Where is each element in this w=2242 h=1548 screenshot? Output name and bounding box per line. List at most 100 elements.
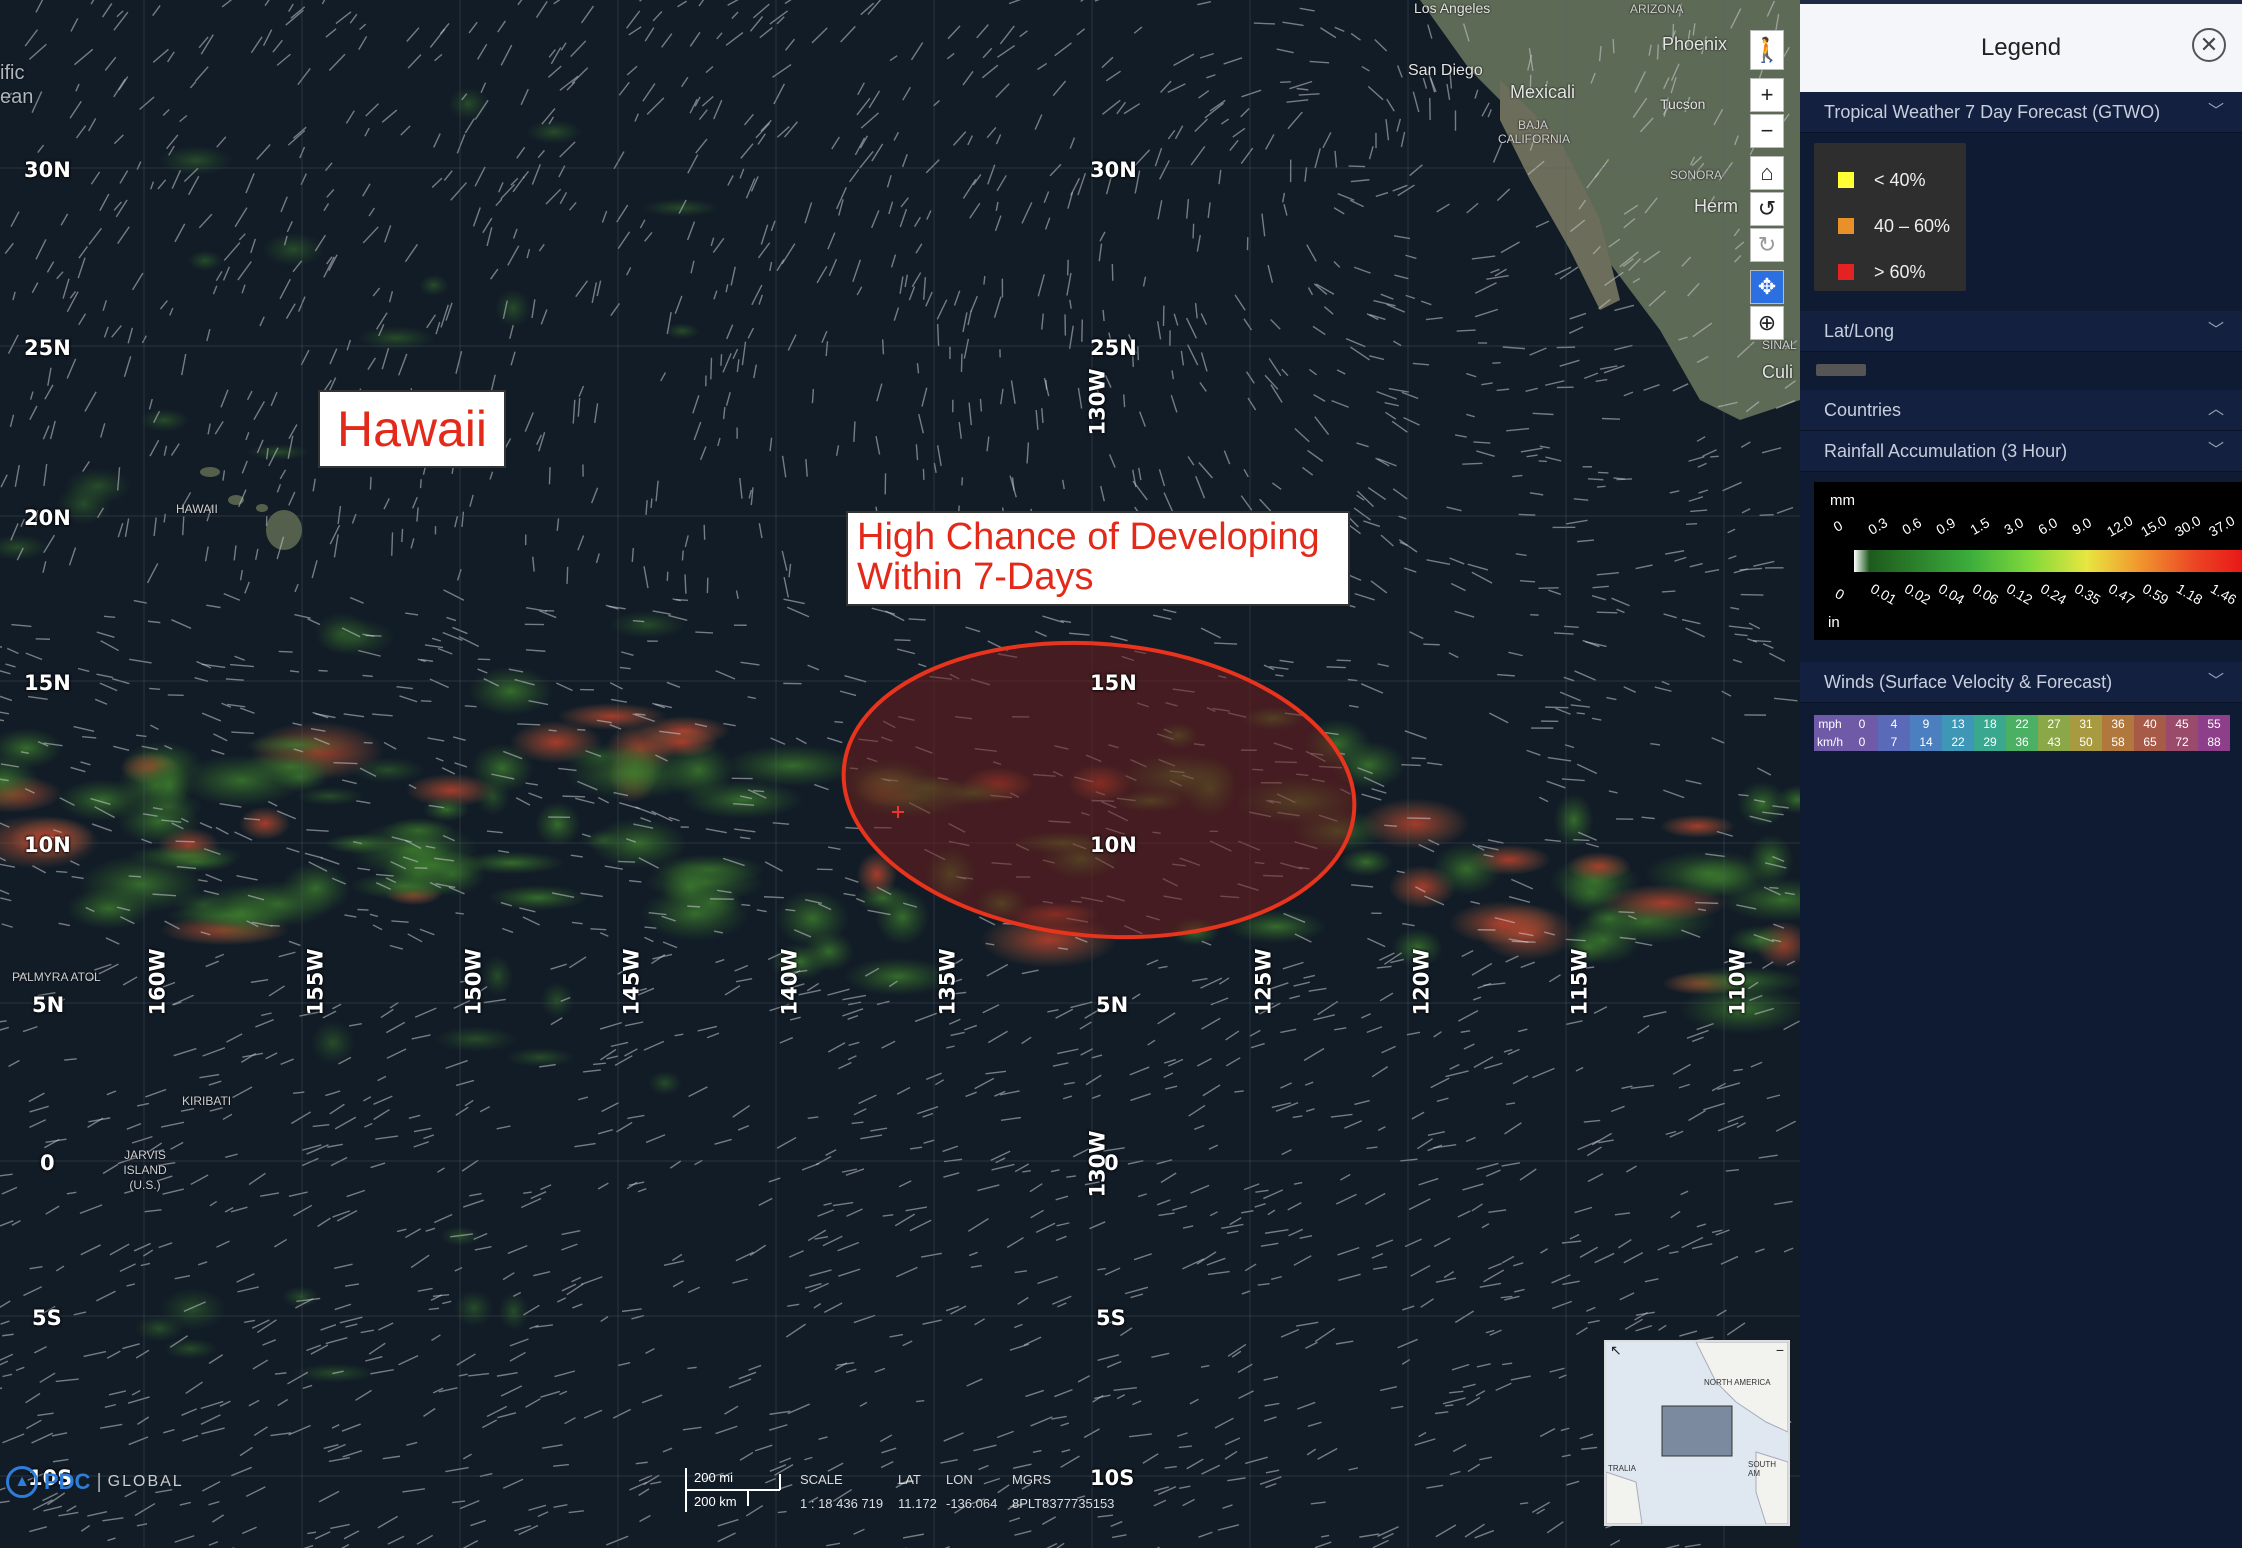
lat-label: 15N xyxy=(1090,671,1137,695)
wind-speed-cell: 0 xyxy=(1846,715,1878,733)
color-swatch xyxy=(1838,172,1854,188)
wind-speed-cell: 72 xyxy=(2166,733,2198,751)
developing-callout: High Chance of Developing Within 7-Days xyxy=(846,511,1350,606)
wind-unit-label: km/h xyxy=(1814,733,1846,751)
color-swatch xyxy=(1838,218,1854,234)
lon-readout-label: LON xyxy=(946,1472,973,1487)
overview-minimap[interactable]: NORTH AMERICA SOUTH AM TRALIA ↖ − xyxy=(1604,1340,1790,1526)
wind-speed-cell: 4 xyxy=(1878,715,1910,733)
chevron-down-icon: ﹀ xyxy=(2207,103,2224,120)
rotate-cw-icon[interactable]: ↻ xyxy=(1750,228,1784,262)
person-icon[interactable]: 🚶 xyxy=(1750,30,1784,70)
legend-section-gtwo[interactable]: Tropical Weather 7 Day Forecast (GTWO) ﹀ xyxy=(1800,92,2242,133)
minimap-south-america: SOUTH AM xyxy=(1748,1460,1776,1478)
place-label-baja: BAJA CALIFORNIA xyxy=(1498,118,1571,146)
wind-speed-cell: 22 xyxy=(1942,733,1974,751)
chevron-up-icon: ︿ xyxy=(2207,401,2224,418)
lat-label: 20N xyxy=(24,506,71,530)
zoom-box-icon[interactable]: ⊕ xyxy=(1750,306,1784,340)
gtwo-legend: < 40% 40 – 60% > 60% xyxy=(1814,143,1966,291)
minimap-collapse-icon[interactable]: − xyxy=(1776,1342,1784,1358)
lon-readout-value: -136.064 xyxy=(946,1496,998,1511)
gtwo-item-label: > 60% xyxy=(1874,261,1926,282)
rain-color-ramp xyxy=(1854,550,2242,572)
place-label-hermosillo: Herm xyxy=(1694,196,1738,216)
map-canvas[interactable]: 30N 25N 20N 15N 10N 5N 0 5S 10S 30N 25N … xyxy=(0,0,1800,1548)
lat-label: 10N xyxy=(1090,833,1137,857)
legend-panel: Legend ✕ Tropical Weather 7 Day Forecast… xyxy=(1800,0,2242,1548)
mgrs-readout-value: 8PLT8377735153 xyxy=(1012,1496,1115,1511)
pdc-triangle-icon: ▲ xyxy=(6,1466,38,1498)
pdc-logo[interactable]: ▲ PDC | GLOBAL xyxy=(6,1466,184,1498)
lat-label: 10S xyxy=(1090,1466,1135,1490)
map-toolbar: 🚶 + − ⌂ ↺ ↻ ✥ ⊕ xyxy=(1750,30,1786,342)
section-title: Countries xyxy=(1824,400,1902,420)
lon-label: 130W xyxy=(1085,1130,1110,1198)
wind-speed-cell: 31 xyxy=(2070,715,2102,733)
lat-label: 15N xyxy=(24,671,71,695)
legend-section-winds[interactable]: Winds (Surface Velocity & Forecast) ﹀ xyxy=(1800,662,2242,703)
place-label-sonora: SONORA xyxy=(1670,168,1723,182)
minimap-australia: TRALIA xyxy=(1608,1464,1637,1473)
pan-icon[interactable]: ✥ xyxy=(1750,270,1784,304)
lat-readout-label: LAT xyxy=(898,1472,921,1487)
wind-speed-cell: 50 xyxy=(2070,733,2102,751)
wind-kmh-row: km/h 0 7 14 22 29 36 43 50 58 65 72 88 xyxy=(1814,733,2230,751)
place-label-mexicali: Mexicali xyxy=(1510,82,1576,102)
lat-label: 25N xyxy=(24,336,71,360)
wind-speed-cell: 7 xyxy=(1878,733,1910,751)
gtwo-item: > 60% xyxy=(1814,249,1966,295)
wind-speed-table: mph 0 4 9 13 18 22 27 31 36 40 45 55 km/h 0 7 14 22 29 36 4… xyxy=(1814,715,2230,751)
place-label-hawaii: HAWAII xyxy=(176,502,218,516)
wind-speed-cell: 45 xyxy=(2166,715,2198,733)
lon-label: 125W xyxy=(1251,948,1276,1016)
wind-speed-cell: 36 xyxy=(2006,733,2038,751)
place-label-arizona: ARIZONA xyxy=(1630,2,1684,16)
developing-callout-line1: High Chance of Developing xyxy=(857,516,1320,558)
rainfall-legend: mm in 0 0.3 0.6 0.9 1.5 3.0 6.0 9.0 12.0 15.0 30.0… xyxy=(1814,482,2242,640)
place-label-los-angeles: Los Angeles xyxy=(1414,0,1491,16)
wind-speed-cell: 36 xyxy=(2102,715,2134,733)
lat-label: 30N xyxy=(1090,158,1137,182)
wind-speed-cell: 55 xyxy=(2198,715,2230,733)
wind-speed-cell: 22 xyxy=(2006,715,2038,733)
place-label-san-diego: San Diego xyxy=(1408,62,1483,79)
minimap-graphic xyxy=(1606,1342,1788,1524)
map-base-layer xyxy=(0,0,1800,1548)
wind-speed-cell: 13 xyxy=(1942,715,1974,733)
lat-label: 10N xyxy=(24,833,71,857)
ocean-label: ean xyxy=(0,86,34,108)
legend-section-latlong[interactable]: Lat/Long ﹀ xyxy=(1800,311,2242,352)
rotate-ccw-icon[interactable]: ↺ xyxy=(1750,192,1784,226)
place-label-jarvis: JARVIS ISLAND (U.S.) xyxy=(123,1148,167,1192)
wind-speed-cell: 58 xyxy=(2102,733,2134,751)
legend-section-countries[interactable]: Countries ︿ xyxy=(1800,390,2242,431)
lat-label: 5N xyxy=(32,993,65,1017)
lat-label: 5S xyxy=(32,1306,62,1330)
zoom-out-icon[interactable]: − xyxy=(1750,114,1784,148)
wind-speed-cell: 9 xyxy=(1910,715,1942,733)
pdc-logo-text: PDC xyxy=(44,1469,91,1494)
lat-readout-value: 11.172 xyxy=(898,1496,937,1511)
chevron-down-icon: ﹀ xyxy=(2207,442,2224,459)
hawaii-callout: Hawaii xyxy=(318,390,506,468)
close-icon[interactable]: ✕ xyxy=(2192,28,2226,62)
wind-speed-cell: 43 xyxy=(2038,733,2070,751)
scale-km: 200 km xyxy=(694,1494,737,1509)
minimap-expand-icon[interactable]: ↖ xyxy=(1610,1342,1622,1359)
gtwo-item-label: < 40% xyxy=(1874,169,1926,190)
zoom-in-icon[interactable]: + xyxy=(1750,78,1784,112)
color-swatch xyxy=(1838,264,1854,280)
lon-label: 155W xyxy=(303,948,328,1016)
place-label-palmyra: PALMYRA ATOL xyxy=(12,970,101,984)
lon-label: 110W xyxy=(1725,948,1750,1016)
latlong-swatch xyxy=(1816,364,1866,376)
legend-section-rainfall[interactable]: Rainfall Accumulation (3 Hour) ﹀ xyxy=(1800,431,2242,472)
wind-speed-cell: 14 xyxy=(1910,733,1942,751)
developing-callout-line2: Within 7-Days xyxy=(857,556,1094,598)
home-icon[interactable]: ⌂ xyxy=(1750,156,1784,190)
section-title: Winds (Surface Velocity & Forecast) xyxy=(1824,672,2113,692)
chevron-down-icon: ﹀ xyxy=(2207,673,2224,690)
wind-speed-cell: 65 xyxy=(2134,733,2166,751)
scale-value: 1 : 18 436 719 xyxy=(800,1496,884,1511)
